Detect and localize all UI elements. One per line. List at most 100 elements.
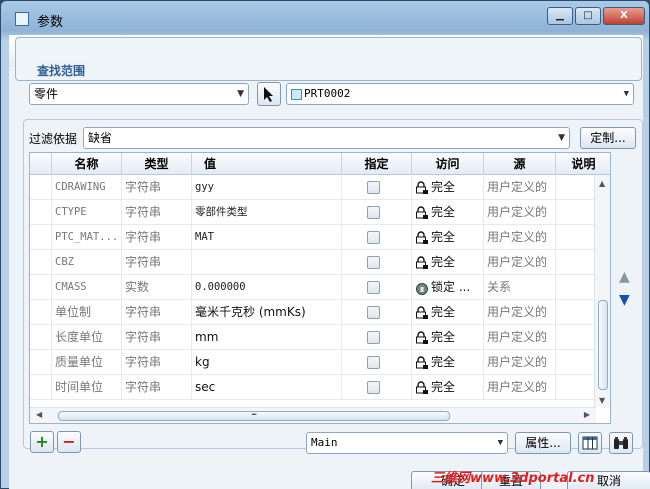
cell-type[interactable]: 字符串 <box>122 300 192 325</box>
table-columns-button[interactable] <box>578 432 602 454</box>
table-row[interactable]: 质量单位 字符串 kg 完全 用户定义的 <box>30 350 596 375</box>
maximize-button[interactable]: □ <box>575 7 601 25</box>
cell-type[interactable]: 字符串 <box>122 175 192 200</box>
cell-source[interactable]: 用户定义的 <box>484 300 556 325</box>
cell-name[interactable]: 单位制 <box>52 300 122 325</box>
table-row[interactable]: CBZ 字符串 完全 用户定义的 <box>30 250 596 275</box>
scroll-up-icon[interactable]: ▲ <box>599 179 605 188</box>
cell-access[interactable]: 完全 <box>412 225 484 250</box>
cell-type[interactable]: 字符串 <box>122 200 192 225</box>
cell-value[interactable]: kg <box>192 350 342 375</box>
properties-button[interactable]: 属性... <box>515 432 571 454</box>
cell-source[interactable]: 用户定义的 <box>484 250 556 275</box>
title-bar[interactable]: 参数 ▁ □ X <box>1 1 649 35</box>
scroll-right-icon[interactable]: ▶ <box>584 410 590 419</box>
cell-source[interactable]: 用户定义的 <box>484 175 556 200</box>
cell-type[interactable]: 字符串 <box>122 325 192 350</box>
table-row[interactable]: 时间单位 字符串 sec 完全 用户定义的 <box>30 375 596 400</box>
table-row[interactable]: CTYPE 字符串 零部件类型 完全 用户定义的 <box>30 200 596 225</box>
cell-type[interactable]: 实数 <box>122 275 192 300</box>
move-up-arrow-icon[interactable]: ▲ <box>619 269 630 285</box>
cell-name[interactable]: CTYPE <box>52 200 122 225</box>
search-binoculars-button[interactable] <box>609 432 633 454</box>
select-pointer-button[interactable] <box>257 82 281 106</box>
cell-source[interactable]: 用户定义的 <box>484 325 556 350</box>
row-gutter <box>30 375 52 400</box>
designate-checkbox[interactable] <box>367 306 380 319</box>
table-row[interactable]: PTC_MAT... 字符串 MAT 完全 用户定义的 <box>30 225 596 250</box>
cell-name[interactable]: PTC_MAT... <box>52 225 122 250</box>
cell-value[interactable]: gyy <box>192 175 342 200</box>
model-select[interactable]: PRT0002 ▼ <box>286 83 634 105</box>
cell-access[interactable]: 完全 <box>412 175 484 200</box>
cell-designate <box>342 175 412 200</box>
cell-access[interactable]: 完全 <box>412 200 484 225</box>
cell-type[interactable]: 字符串 <box>122 375 192 400</box>
designate-checkbox[interactable] <box>367 231 380 244</box>
scroll-down-icon[interactable]: ▼ <box>599 396 605 405</box>
cell-type[interactable]: 字符串 <box>122 350 192 375</box>
designate-checkbox[interactable] <box>367 381 380 394</box>
cell-access[interactable]: 完全 <box>412 375 484 400</box>
cell-access[interactable]: 完全 <box>412 325 484 350</box>
header-access[interactable]: 访问 <box>412 153 484 175</box>
cell-value[interactable]: mm <box>192 325 342 350</box>
scroll-left-icon[interactable]: ◀ <box>36 410 42 419</box>
cell-access[interactable]: 完全 <box>412 250 484 275</box>
cell-source[interactable]: 用户定义的 <box>484 225 556 250</box>
table-row[interactable]: CMASS 实数 0.000000 锁定 ... 关系 <box>30 275 596 300</box>
cell-source[interactable]: 关系 <box>484 275 556 300</box>
cell-value[interactable]: sec <box>192 375 342 400</box>
cell-value[interactable]: 0.000000 <box>192 275 342 300</box>
customize-button[interactable]: 定制... <box>580 127 636 149</box>
close-button[interactable]: X <box>603 7 645 25</box>
cell-source[interactable]: 用户定义的 <box>484 375 556 400</box>
designate-checkbox[interactable] <box>367 256 380 269</box>
filter-select[interactable]: 缺省 ▼ <box>83 127 570 149</box>
cell-name[interactable]: CDRAWING <box>52 175 122 200</box>
header-name[interactable]: 名称 <box>52 153 122 175</box>
cell-value[interactable]: 零部件类型 <box>192 200 342 225</box>
cell-value[interactable] <box>192 250 342 275</box>
cell-name[interactable]: 质量单位 <box>52 350 122 375</box>
cell-value[interactable]: MAT <box>192 225 342 250</box>
cell-source[interactable]: 用户定义的 <box>484 200 556 225</box>
cell-value[interactable]: 毫米千克秒 (mmKs) <box>192 300 342 325</box>
add-parameter-button[interactable]: + <box>30 431 54 453</box>
cell-name[interactable]: CBZ <box>52 250 122 275</box>
cell-name[interactable]: 时间单位 <box>52 375 122 400</box>
window-icon <box>15 12 29 26</box>
vertical-scrollbar[interactable]: ▲ ▼ <box>594 175 610 407</box>
move-down-arrow-icon[interactable]: ▼ <box>619 292 630 308</box>
horizontal-scrollbar[interactable]: ◀ ┉ ▶ <box>30 407 596 423</box>
cell-access[interactable]: 完全 <box>412 300 484 325</box>
cell-name[interactable]: CMASS <box>52 275 122 300</box>
header-designate[interactable]: 指定 <box>342 153 412 175</box>
access-label: 锁定 ... <box>431 280 471 294</box>
header-description[interactable]: 说明 <box>556 153 610 175</box>
vertical-scroll-thumb[interactable] <box>598 300 608 390</box>
scope-type-select[interactable]: 零件 ▼ <box>29 83 249 105</box>
designate-checkbox[interactable] <box>367 281 380 294</box>
remove-parameter-button[interactable]: − <box>57 431 81 453</box>
minimize-button[interactable]: ▁ <box>547 7 573 25</box>
parameter-set-select[interactable]: Main ▼ <box>306 432 508 454</box>
table-row[interactable]: 长度单位 字符串 mm 完全 用户定义的 <box>30 325 596 350</box>
table-row[interactable]: CDRAWING 字符串 gyy 完全 用户定义的 <box>30 175 596 200</box>
cell-name[interactable]: 长度单位 <box>52 325 122 350</box>
header-value[interactable]: 值 <box>192 153 342 175</box>
cell-type[interactable]: 字符串 <box>122 250 192 275</box>
cell-access[interactable]: 完全 <box>412 350 484 375</box>
cell-access[interactable]: 锁定 ... <box>412 275 484 300</box>
designate-checkbox[interactable] <box>367 181 380 194</box>
header-type[interactable]: 类型 <box>122 153 192 175</box>
cell-source[interactable]: 用户定义的 <box>484 350 556 375</box>
designate-checkbox[interactable] <box>367 356 380 369</box>
designate-checkbox[interactable] <box>367 331 380 344</box>
table-row[interactable]: 单位制 字符串 毫米千克秒 (mmKs) 完全 用户定义的 <box>30 300 596 325</box>
designate-checkbox[interactable] <box>367 206 380 219</box>
header-source[interactable]: 源 <box>484 153 556 175</box>
cell-designate <box>342 225 412 250</box>
cell-type[interactable]: 字符串 <box>122 225 192 250</box>
horizontal-scroll-thumb[interactable]: ┉ <box>58 411 450 421</box>
